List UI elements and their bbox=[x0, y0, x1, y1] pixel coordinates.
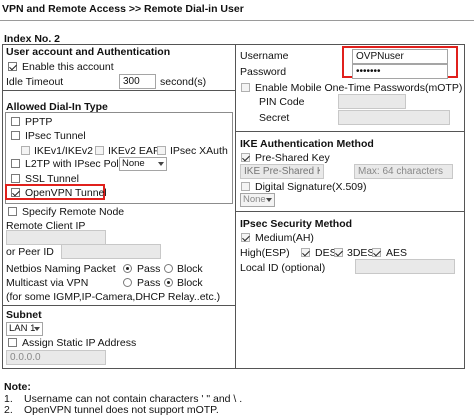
password-label: Password bbox=[240, 66, 287, 78]
ipsec-security-title: IPsec Security Method bbox=[240, 218, 353, 230]
3des-checkbox[interactable] bbox=[334, 248, 343, 257]
pin-input[interactable] bbox=[338, 94, 406, 109]
ikev2eap-checkbox[interactable] bbox=[95, 146, 104, 155]
idle-timeout-unit: second(s) bbox=[160, 76, 207, 88]
medium-ah-label: Medium(AH) bbox=[255, 232, 314, 244]
psk-input[interactable] bbox=[240, 164, 324, 179]
client-ip-input[interactable] bbox=[6, 230, 106, 245]
assign-static-ip-checkbox[interactable] bbox=[8, 338, 17, 347]
multicast-pass-label: Pass bbox=[137, 277, 161, 289]
netbios-block-label: Block bbox=[177, 263, 203, 275]
des-checkbox[interactable] bbox=[301, 248, 310, 257]
pin-label: PIN Code bbox=[259, 96, 305, 108]
column-divider bbox=[235, 44, 236, 369]
motp-checkbox[interactable] bbox=[241, 83, 250, 92]
chevron-down-icon bbox=[266, 198, 272, 202]
ikev1-label: IKEv1/IKEv2 bbox=[34, 145, 93, 157]
pptp-checkbox[interactable] bbox=[11, 117, 20, 126]
peer-id-label: or Peer ID bbox=[6, 246, 54, 258]
ikev1-checkbox[interactable] bbox=[21, 146, 30, 155]
specify-remote-label: Specify Remote Node bbox=[22, 206, 125, 218]
note-2: OpenVPN tunnel does not support mOTP. bbox=[24, 404, 219, 415]
ssl-checkbox[interactable] bbox=[11, 174, 20, 183]
idle-timeout-input[interactable]: 300 bbox=[119, 74, 156, 89]
psk-checkbox[interactable] bbox=[241, 153, 250, 162]
right-divider-2 bbox=[236, 211, 465, 212]
header-divider bbox=[0, 20, 474, 21]
netbios-pass-label: Pass bbox=[137, 263, 161, 275]
ipsec-label: IPsec Tunnel bbox=[25, 130, 86, 142]
ipsecxauth-checkbox[interactable] bbox=[157, 146, 166, 155]
note-2-number: 2. bbox=[4, 404, 13, 415]
secret-label: Secret bbox=[259, 112, 290, 124]
openvpn-label: OpenVPN Tunnel bbox=[25, 187, 107, 199]
chevron-down-icon bbox=[34, 327, 40, 331]
specify-remote-checkbox[interactable] bbox=[8, 207, 17, 216]
static-ip-input[interactable]: 0.0.0.0 bbox=[6, 350, 106, 365]
multicast-label: Multicast via VPN bbox=[6, 277, 89, 289]
ipsec-checkbox[interactable] bbox=[11, 131, 20, 140]
lan-select[interactable]: LAN 1 bbox=[6, 322, 43, 336]
psk-max-input[interactable]: Max: 64 characters bbox=[354, 164, 453, 179]
left-divider-1 bbox=[3, 90, 235, 91]
idle-timeout-label: Idle Timeout bbox=[6, 76, 64, 88]
openvpn-checkbox[interactable] bbox=[11, 188, 20, 197]
secret-input[interactable] bbox=[338, 110, 450, 125]
l2tp-label: L2TP with IPsec Policy bbox=[25, 158, 132, 170]
local-id-input[interactable] bbox=[355, 259, 455, 274]
assign-static-ip-label: Assign Static IP Address bbox=[22, 337, 137, 349]
l2tp-policy-value: None bbox=[122, 158, 145, 169]
chevron-down-icon bbox=[158, 162, 164, 166]
username-label: Username bbox=[240, 50, 289, 62]
multicast-block-label: Block bbox=[177, 277, 203, 289]
enable-account-checkbox[interactable] bbox=[8, 62, 17, 71]
pptp-label: PPTP bbox=[25, 116, 53, 128]
lan-value: LAN 1 bbox=[9, 323, 36, 334]
medium-ah-checkbox[interactable] bbox=[241, 233, 250, 242]
multicast-pass-radio[interactable] bbox=[123, 278, 132, 287]
enable-account-label: Enable this account bbox=[22, 61, 114, 73]
l2tp-checkbox[interactable] bbox=[11, 159, 20, 168]
ipsecxauth-label: IPsec XAuth bbox=[170, 145, 228, 157]
digsig-value: None bbox=[243, 194, 266, 205]
multicast-block-radio[interactable] bbox=[164, 278, 173, 287]
local-id-label: Local ID (optional) bbox=[240, 262, 326, 274]
right-divider-1 bbox=[236, 131, 465, 132]
username-input[interactable]: OVPNuser bbox=[352, 49, 448, 64]
left-divider-2 bbox=[3, 305, 235, 306]
netbios-label: Netbios Naming Packet bbox=[6, 263, 116, 275]
user-account-title: User account and Authentication bbox=[6, 46, 171, 58]
ike-title: IKE Authentication Method bbox=[240, 138, 374, 150]
high-esp-label: High(ESP) bbox=[240, 247, 290, 259]
digsig-checkbox[interactable] bbox=[241, 182, 250, 191]
aes-checkbox[interactable] bbox=[372, 248, 381, 257]
multicast-note: (for some IGMP,IP-Camera,DHCP Relay..etc… bbox=[6, 291, 221, 303]
page-breadcrumb: VPN and Remote Access >> Remote Dial-in … bbox=[2, 3, 244, 15]
netbios-block-radio[interactable] bbox=[164, 264, 173, 273]
peer-id-input[interactable] bbox=[61, 244, 161, 259]
l2tp-policy-select[interactable]: None bbox=[119, 157, 167, 171]
password-input[interactable]: ••••••• bbox=[352, 64, 448, 79]
subnet-title: Subnet bbox=[6, 309, 42, 321]
netbios-pass-radio[interactable] bbox=[123, 264, 132, 273]
digsig-select[interactable]: None bbox=[240, 193, 275, 207]
